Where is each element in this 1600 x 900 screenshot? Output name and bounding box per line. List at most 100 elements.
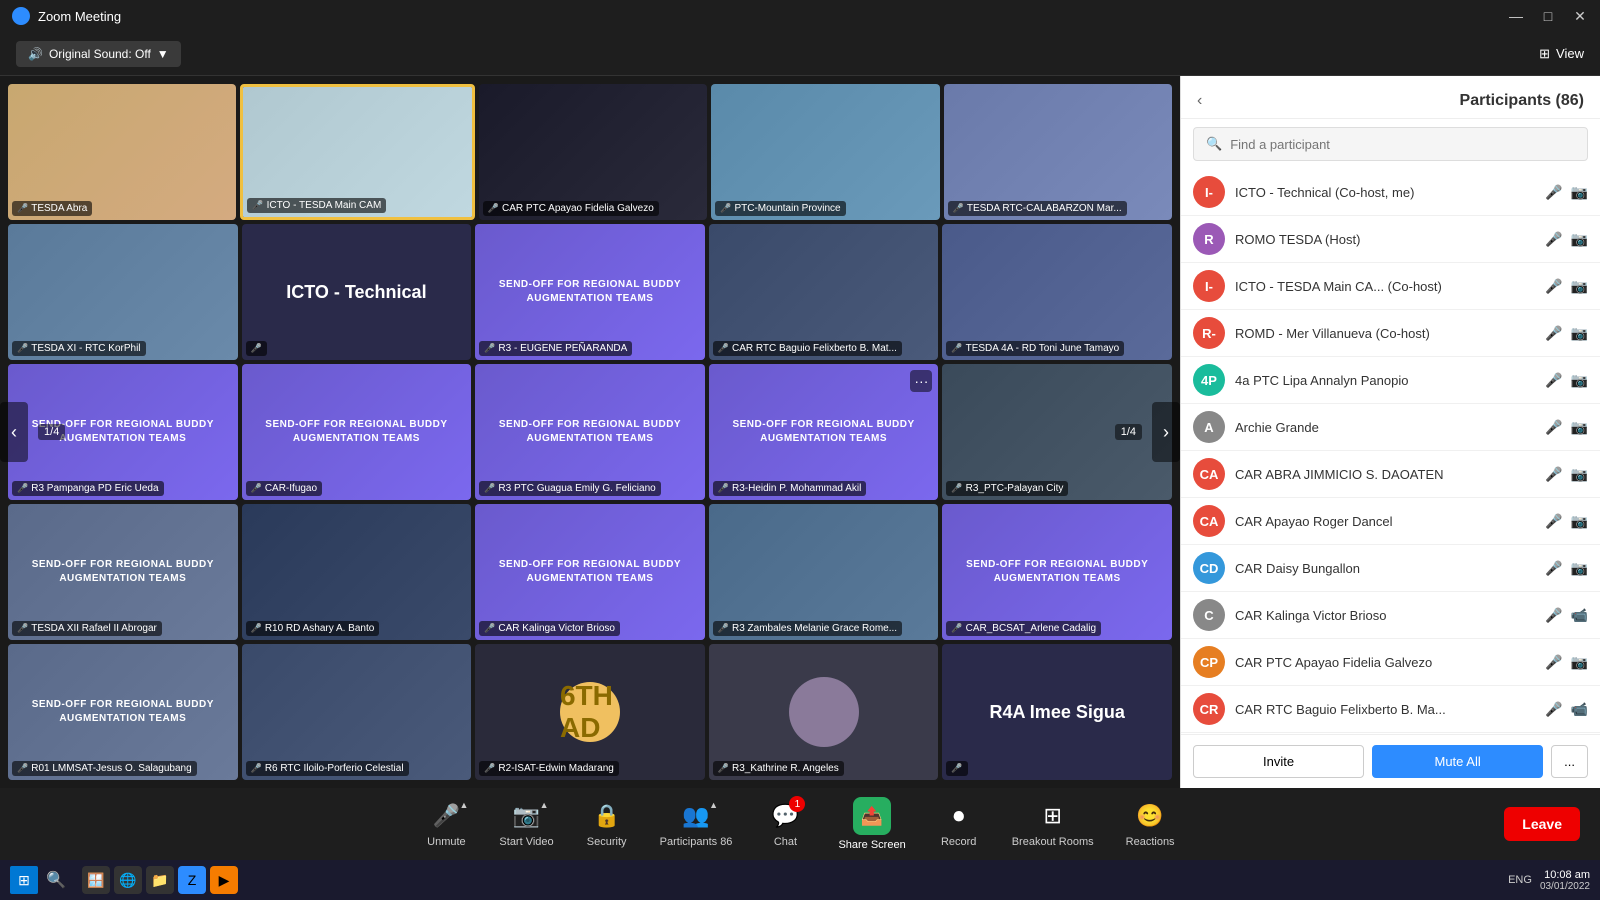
participant-name: Archie Grande (1235, 420, 1545, 435)
video-cell-icto-tech[interactable]: ICTO - Technical 🎤 (242, 224, 472, 360)
unmute-label: Unmute (427, 836, 466, 848)
zoom-taskbar-icon[interactable]: Z (178, 866, 206, 894)
sound-label: Original Sound: Off (49, 47, 151, 61)
video-area: 🎤 TESDA Abra 🎤 ICTO - TESDA Main CAM 🎤 (0, 76, 1180, 788)
participant-item[interactable]: CP CAR PTC Apayao Fidelia Galvezo 🎤 📷 (1181, 639, 1600, 686)
participant-label: R2-ISAT-Edwin Madarang (498, 763, 613, 774)
participant-item[interactable]: CD CAR Daisy Bungallon 🎤 📷 (1181, 545, 1600, 592)
chat-icon: 💬 1 (769, 800, 801, 832)
video-cell-tesda-xi[interactable]: 🎤 TESDA XI - RTC KorPhil (8, 224, 238, 360)
participant-item[interactable]: CA CAR ABRA JIMMICIO S. DAOATEN 🎤 📷 (1181, 451, 1600, 498)
search-input[interactable] (1230, 137, 1575, 152)
participant-item[interactable]: CR CAR RTC Baguio Felixberto B. Ma... 🎤 … (1181, 686, 1600, 733)
video-cell-r3-kathrine[interactable]: 🎤 R3_Kathrine R. Angeles (709, 644, 939, 780)
participant-name: CAR Apayao Roger Dancel (1235, 514, 1545, 529)
video-cell-ptc-mountain[interactable]: 🎤 PTC-Mountain Province (711, 84, 939, 220)
video-icon: 📷 (1571, 466, 1588, 483)
invite-button[interactable]: Invite (1193, 745, 1364, 778)
mute-all-button[interactable]: Mute All (1372, 745, 1543, 778)
participant-item[interactable]: CA CAR Apayao Roger Dancel 🎤 📷 (1181, 498, 1600, 545)
taskbar-apps: 🪟 🌐 📁 Z ▶ (82, 866, 238, 894)
start-video-button[interactable]: 📷 ▲ Start Video (485, 792, 567, 856)
participant-item[interactable]: R ROMO TESDA (Host) 🎤 📷 (1181, 216, 1600, 263)
mic-icon: 🎤 (251, 483, 262, 494)
app-icon-2[interactable]: 🌐 (114, 866, 142, 894)
video-row-2: 🎤 TESDA XI - RTC KorPhil ICTO - Technica… (8, 224, 1172, 360)
video-grid: 🎤 TESDA Abra 🎤 ICTO - TESDA Main CAM 🎤 (8, 84, 1172, 780)
participant-label: ICTO - TESDA Main CAM (267, 200, 382, 211)
unmute-button[interactable]: 🎤 ▲ Unmute (411, 792, 481, 856)
participant-item[interactable]: 4P 4a PTC Lipa Annalyn Panopio 🎤 📷 (1181, 357, 1600, 404)
share-screen-label: Share Screen (838, 839, 905, 851)
video-cell-tesda-4a[interactable]: 🎤 TESDA 4A - RD Toni June Tamayo (942, 224, 1172, 360)
mic-icon: 🎤 (951, 623, 962, 634)
participant-name: CAR RTC Baguio Felixberto B. Ma... (1235, 702, 1545, 717)
video-cell-r01-lmmsat[interactable]: SEND-OFF FOR REGIONAL BUDDYAUGMENTATION … (8, 644, 238, 780)
app-icon-vlc[interactable]: ▶ (210, 866, 238, 894)
start-button[interactable]: ⊞ (10, 866, 38, 894)
video-cell-tesda-rtc[interactable]: 🎤 TESDA RTC-CALABARZON Mar... (944, 84, 1172, 220)
participant-actions: 🎤 📷 (1545, 654, 1588, 671)
participant-actions: 🎤 📷 (1545, 278, 1588, 295)
leave-button[interactable]: Leave (1504, 807, 1580, 841)
nav-arrow-left[interactable]: ‹ (0, 402, 28, 462)
participant-item[interactable]: C CAR Kalinga Victor Brioso 🎤 📹 (1181, 592, 1600, 639)
mic-icon: 🎤 (718, 763, 729, 774)
security-button[interactable]: 🔒 Security (572, 792, 642, 856)
video-cell-r2-isat[interactable]: 6TH AD 🎤 R2-ISAT-Edwin Madarang (475, 644, 705, 780)
original-sound-button[interactable]: 🔊 Original Sound: Off ▼ (16, 41, 181, 67)
more-options-button[interactable]: ··· (910, 370, 932, 392)
video-cell-r4a-imee[interactable]: R4A Imee Sigua 🎤 (942, 644, 1172, 780)
sidebar-collapse-button[interactable]: ‹ (1197, 92, 1202, 110)
video-cell-car-bcsat[interactable]: SEND-OFF FOR REGIONAL BUDDYAUGMENTATION … (942, 504, 1172, 640)
video-cell-r6-rtc[interactable]: 🎤 R6 RTC Iloilo-Porferio Celestial (242, 644, 472, 780)
nav-arrow-right[interactable]: › (1152, 402, 1180, 462)
video-cell-r10-rd[interactable]: 🎤 R10 RD Ashary A. Banto (242, 504, 472, 640)
video-cell-tesda-xii[interactable]: SEND-OFF FOR REGIONAL BUDDYAUGMENTATION … (8, 504, 238, 640)
video-cell-car-ptc[interactable]: 🎤 CAR PTC Apayao Fidelia Galvezo (479, 84, 707, 220)
video-cell-tesda-abra[interactable]: 🎤 TESDA Abra (8, 84, 236, 220)
participants-title: Participants (86) (1460, 92, 1584, 110)
participant-item[interactable]: I- ICTO - TESDA Main CA... (Co-host) 🎤 📷 (1181, 263, 1600, 310)
mic-icon: 🎤 (17, 763, 28, 774)
participant-label: R3 - EUGENE PEÑARANDA (498, 343, 627, 354)
app-icon-3[interactable]: 📁 (146, 866, 174, 894)
namecard-text: R4A Imee Sigua (989, 702, 1124, 723)
namecard-text: ICTO - Technical (286, 282, 426, 303)
mic-icon: 🎤 (484, 623, 495, 634)
minimize-button[interactable]: — (1508, 8, 1524, 24)
video-row-3: ‹ SEND-OFF FOR REGIONAL BUDDYAUGMENTATIO… (8, 364, 1172, 500)
participant-item[interactable]: I- ICTO - Technical (Co-host, me) 🎤 📷 (1181, 169, 1600, 216)
breakout-rooms-button[interactable]: ⊞ Breakout Rooms (998, 792, 1108, 856)
video-cell-r3-eugene[interactable]: SEND-OFF FOR REGIONAL BUDDYAUGMENTATION … (475, 224, 705, 360)
close-button[interactable]: ✕ (1572, 8, 1588, 24)
record-button[interactable]: ⏺ Record (924, 792, 994, 856)
video-cell-car-ifugao[interactable]: SEND-OFF FOR REGIONAL BUDDYAUGMENTATION … (242, 364, 472, 500)
avatar: CP (1193, 646, 1225, 678)
video-cell-r3-ptc-guagua[interactable]: SEND-OFF FOR REGIONAL BUDDYAUGMENTATION … (475, 364, 705, 500)
participant-name: ICTO - TESDA Main CA... (Co-host) (1235, 279, 1545, 294)
participant-item[interactable]: A Archie Grande 🎤 📷 (1181, 404, 1600, 451)
avatar: CA (1193, 505, 1225, 537)
taskbar-search[interactable]: 🔍 (42, 866, 70, 894)
view-button[interactable]: ⊞ View (1539, 46, 1584, 62)
participant-item[interactable]: R- ROMD - Mer Villanueva (Co-host) 🎤 📷 (1181, 310, 1600, 357)
participants-button[interactable]: 👥 ▲ Participants 86 (646, 792, 747, 856)
mic-icon: 🎤 (17, 483, 28, 494)
participant-label: R3 Pampanga PD Eric Ueda (31, 483, 158, 494)
video-cell-r3-heidin[interactable]: SEND-OFF FOR REGIONAL BUDDYAUGMENTATION … (709, 364, 939, 500)
video-icon: 📷 (1571, 278, 1588, 295)
reactions-button[interactable]: 😊 Reactions (1112, 792, 1189, 856)
app-icon-1[interactable]: 🪟 (82, 866, 110, 894)
more-options-button[interactable]: ... (1551, 745, 1588, 778)
chat-button[interactable]: 💬 1 Chat (750, 792, 820, 856)
video-icon: 📷 (1571, 513, 1588, 530)
video-cell-car-kalinga-vic[interactable]: SEND-OFF FOR REGIONAL BUDDYAUGMENTATION … (475, 504, 705, 640)
video-cell-car-rtc[interactable]: 🎤 CAR RTC Baguio Felixberto B. Mat... (709, 224, 939, 360)
participant-label: R3-Heidin P. Mohammad Akil (732, 483, 861, 494)
video-cell-r3-zambales[interactable]: 🎤 R3 Zambales Melanie Grace Rome... (709, 504, 939, 640)
video-cell-icto-main[interactable]: 🎤 ICTO - TESDA Main CAM (240, 84, 474, 220)
share-screen-button[interactable]: 📤 Share Screen (824, 789, 919, 859)
maximize-button[interactable]: □ (1540, 8, 1556, 24)
avatar: I- (1193, 270, 1225, 302)
